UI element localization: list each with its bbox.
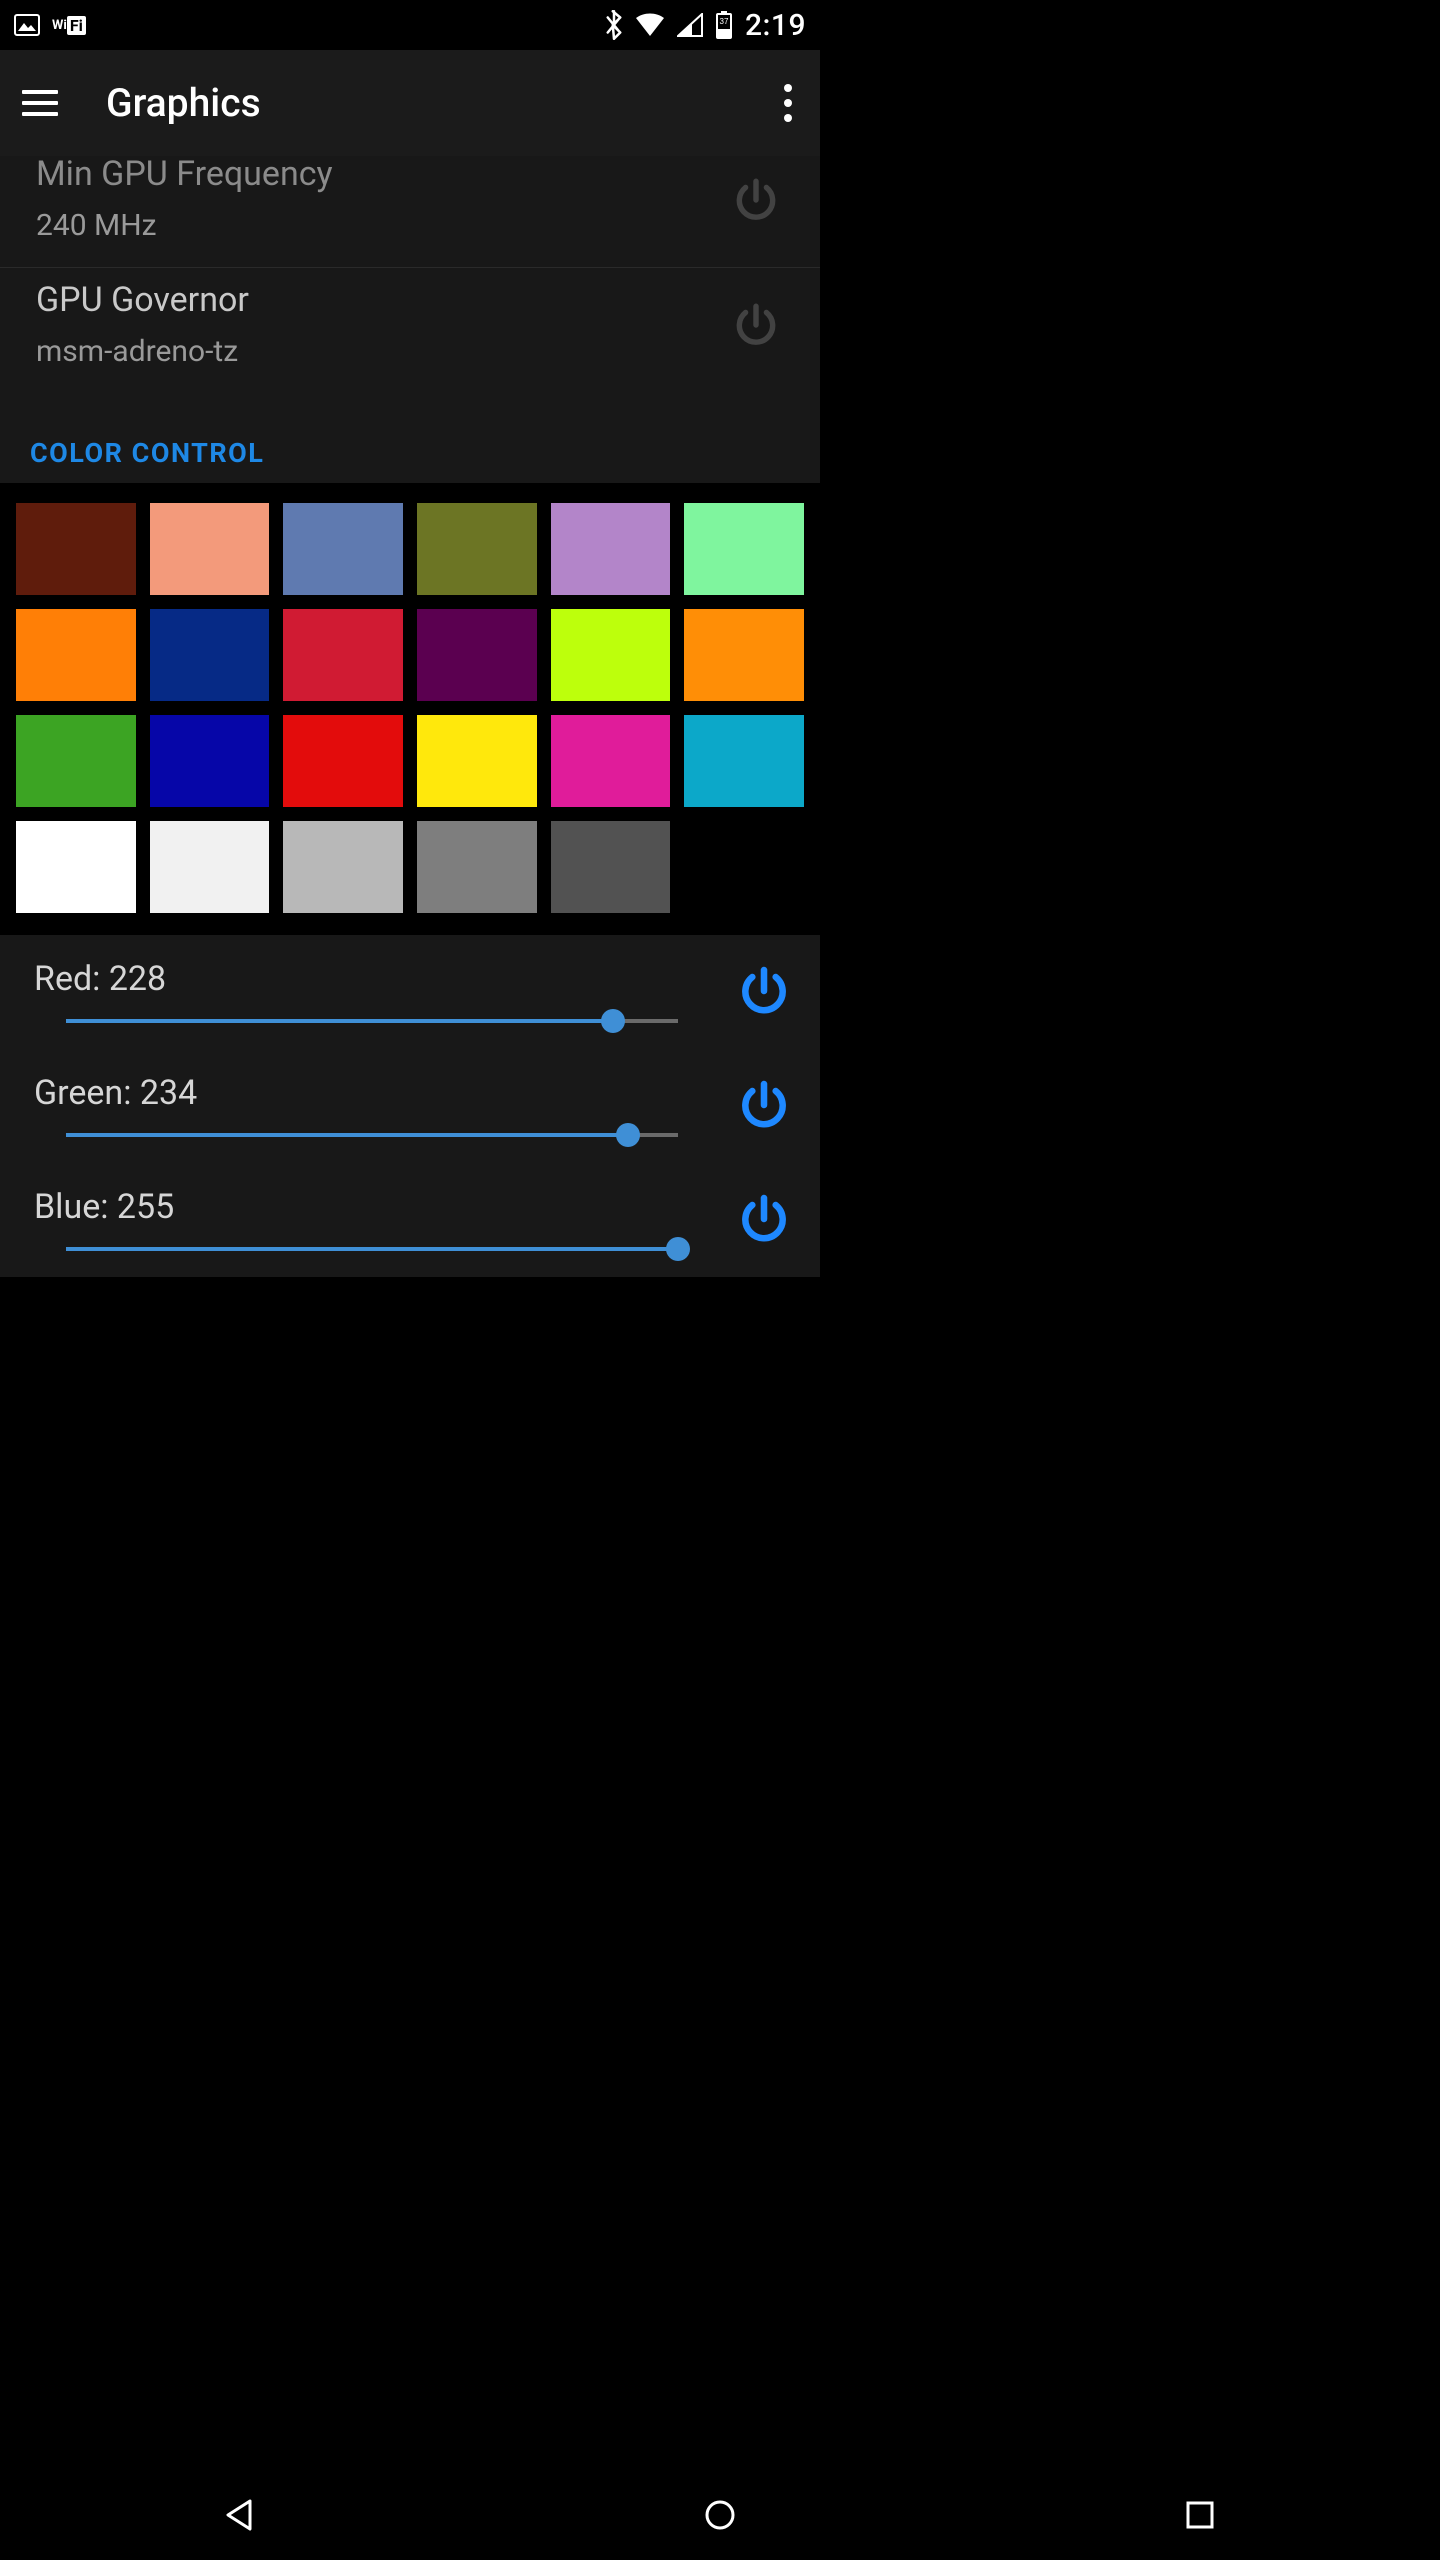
setting-title: Min GPU Frequency	[36, 154, 728, 194]
slider-label: Blue: 255	[34, 1187, 710, 1227]
app-bar: Graphics	[0, 50, 820, 156]
color-swatch[interactable]	[551, 609, 671, 701]
slider-track-blue[interactable]	[34, 1247, 710, 1251]
color-swatch[interactable]	[684, 503, 804, 595]
slider-label: Green: 234	[34, 1073, 710, 1113]
color-checker-grid	[0, 483, 820, 935]
color-swatch[interactable]	[150, 715, 270, 807]
setting-value: msm-adreno-tz	[36, 334, 728, 369]
slider-label: Red: 228	[34, 959, 710, 999]
home-button[interactable]	[680, 2475, 760, 2555]
svg-text:37: 37	[719, 17, 728, 26]
color-swatch[interactable]	[150, 821, 270, 913]
content-area: Min GPU Frequency 240 MHz GPU Governor m…	[0, 156, 820, 1277]
color-swatch[interactable]	[417, 609, 537, 701]
color-swatch[interactable]	[16, 609, 136, 701]
color-swatch[interactable]	[150, 503, 270, 595]
section-header-color-control: COLOR CONTROL	[0, 393, 820, 483]
color-swatch[interactable]	[283, 609, 403, 701]
color-swatch[interactable]	[551, 821, 671, 913]
power-icon[interactable]	[736, 1077, 792, 1133]
color-swatch[interactable]	[16, 821, 136, 913]
setting-title: GPU Governor	[36, 280, 728, 320]
slider-track-green[interactable]	[34, 1133, 710, 1137]
page-title: Graphics	[106, 80, 261, 126]
color-swatch[interactable]	[283, 715, 403, 807]
power-icon[interactable]	[728, 172, 784, 228]
bluetooth-icon	[605, 10, 623, 40]
slider-green: Green: 234	[0, 1035, 820, 1149]
power-icon[interactable]	[736, 963, 792, 1019]
setting-min-gpu-frequency[interactable]: Min GPU Frequency 240 MHz	[0, 156, 820, 268]
color-swatch[interactable]	[684, 715, 804, 807]
menu-icon[interactable]	[22, 90, 58, 116]
slider-track-red[interactable]	[34, 1019, 710, 1023]
setting-gpu-governor[interactable]: GPU Governor msm-adreno-tz	[0, 268, 820, 393]
slider-blue: Blue: 255	[0, 1149, 820, 1277]
color-swatch[interactable]	[551, 503, 671, 595]
color-swatch[interactable]	[150, 609, 270, 701]
recents-button[interactable]	[1160, 2475, 1240, 2555]
color-swatch[interactable]	[417, 821, 537, 913]
wifi-icon	[635, 13, 665, 37]
status-bar: WiFi 37 2:19	[0, 0, 820, 50]
cell-signal-icon	[677, 13, 703, 37]
color-swatch[interactable]	[684, 609, 804, 701]
overflow-menu-button[interactable]	[784, 50, 792, 156]
power-icon[interactable]	[736, 1191, 792, 1247]
wifi-calling-icon: WiFi	[52, 16, 86, 35]
slider-red: Red: 228	[0, 935, 820, 1035]
color-swatch[interactable]	[283, 821, 403, 913]
color-swatch[interactable]	[16, 715, 136, 807]
navigation-bar	[0, 2470, 1440, 2560]
power-icon[interactable]	[728, 297, 784, 353]
setting-value: 240 MHz	[36, 208, 728, 243]
battery-icon: 37	[715, 11, 733, 39]
color-swatch[interactable]	[551, 715, 671, 807]
color-swatch[interactable]	[16, 503, 136, 595]
color-swatch[interactable]	[417, 715, 537, 807]
color-swatch[interactable]	[684, 821, 804, 913]
gallery-icon	[14, 14, 40, 36]
back-button[interactable]	[200, 2475, 280, 2555]
color-swatch[interactable]	[283, 503, 403, 595]
color-swatch[interactable]	[417, 503, 537, 595]
status-clock: 2:19	[745, 8, 806, 43]
